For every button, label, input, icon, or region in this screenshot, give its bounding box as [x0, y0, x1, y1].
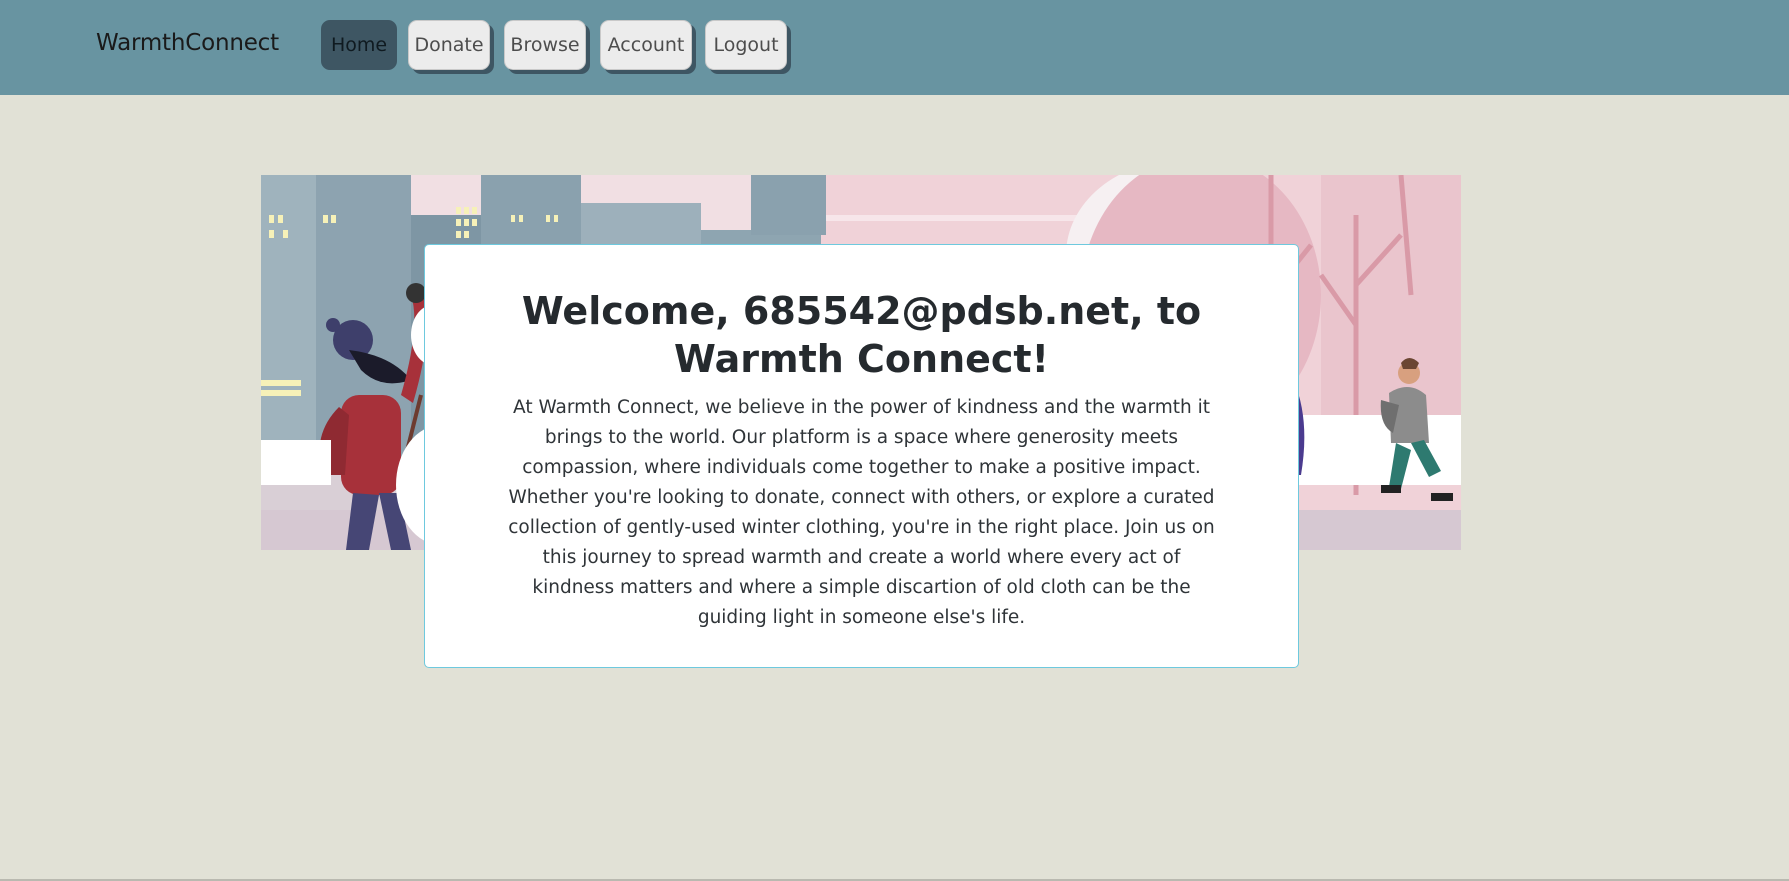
nav-donate-button[interactable]: Donate	[408, 20, 490, 70]
nav-logout-button[interactable]: Logout	[705, 20, 787, 70]
nav-home-button[interactable]: Home	[321, 20, 397, 70]
brand-logo[interactable]: WarmthConnect	[96, 30, 279, 56]
navbar: WarmthConnect Home Donate Browse Account…	[0, 0, 1789, 95]
welcome-card: Welcome, 685542@pdsb.net, to Warmth Conn…	[424, 244, 1299, 668]
nav-browse-button[interactable]: Browse	[504, 20, 586, 70]
welcome-title: Welcome, 685542@pdsb.net, to Warmth Conn…	[521, 289, 1202, 381]
nav-account-button[interactable]: Account	[600, 20, 692, 70]
welcome-description: At Warmth Connect, we believe in the pow…	[508, 397, 1215, 628]
